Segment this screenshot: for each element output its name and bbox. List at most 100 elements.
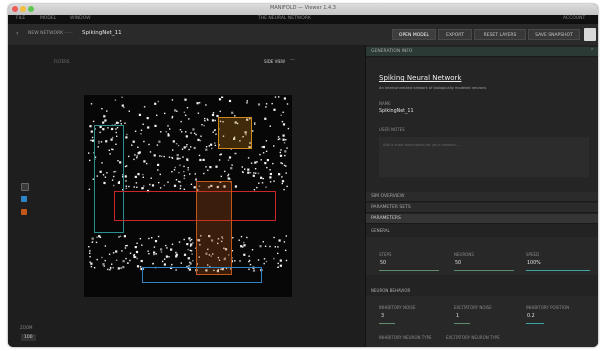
- settings-button[interactable]: [584, 28, 596, 41]
- neuron-dot: [147, 126, 150, 129]
- neuron-dot: [206, 118, 209, 120]
- inhibitory-noise-label: INHIBITORY NOISE: [379, 305, 416, 310]
- neuron-dot: [168, 256, 170, 258]
- collapse-chevron-icon[interactable]: ⌃: [590, 48, 594, 54]
- parameter-sets-header[interactable]: PARAMETER SETS: [366, 203, 598, 213]
- neuron-dot: [157, 163, 160, 166]
- neuron-dot: [211, 119, 215, 122]
- neuron-dot: [278, 239, 281, 242]
- neuron-dot: [171, 99, 174, 101]
- zoom-value[interactable]: 100: [21, 334, 36, 341]
- network-viewer[interactable]: FILTERS SIDE VIEW — ZOOM 100: [8, 45, 365, 347]
- neuron-dot: [283, 142, 286, 144]
- save-snapshot-button[interactable]: SAVE SNAPSHOT: [528, 29, 580, 40]
- menu-window[interactable]: WINDOW: [70, 16, 91, 21]
- neuron-dot: [125, 245, 127, 247]
- neuron-dot: [122, 266, 125, 269]
- reset-layers-button[interactable]: RESET LAYERS: [474, 29, 526, 40]
- blue-selection-box[interactable]: [142, 267, 262, 283]
- neuron-dot: [254, 122, 256, 124]
- neuron-dot: [103, 265, 105, 267]
- filters-label[interactable]: FILTERS: [54, 59, 69, 64]
- neuron-behavior-header: NEURON BEHAVIOR: [371, 288, 411, 293]
- orange-selection-box[interactable]: [196, 181, 232, 275]
- menu-model[interactable]: MODEL: [40, 16, 56, 21]
- neuron-dot: [133, 186, 135, 188]
- neuron-dot: [189, 249, 191, 252]
- neuron-dot: [136, 265, 140, 268]
- steps-value: 50: [380, 261, 387, 266]
- neuron-dot: [202, 158, 205, 161]
- menu-file[interactable]: FILE: [16, 16, 25, 21]
- neuron-dot: [137, 152, 140, 155]
- neuron-dot: [129, 259, 131, 262]
- neuron-dot: [211, 147, 213, 150]
- open-model-button[interactable]: OPEN MODEL: [392, 29, 436, 40]
- neuron-dot: [269, 245, 271, 248]
- neuron-dot: [178, 171, 180, 174]
- neuron-dot: [137, 146, 139, 148]
- back-icon[interactable]: ‹: [16, 30, 18, 37]
- neuron-dot: [149, 183, 151, 186]
- neuron-dot: [103, 115, 106, 118]
- neuron-dot: [175, 253, 178, 256]
- neuron-dot: [219, 110, 221, 113]
- neuron-dot: [273, 180, 275, 182]
- neuron-dot: [125, 257, 127, 260]
- neuron-dot: [179, 157, 181, 160]
- neuron-dot: [282, 138, 285, 141]
- neuron-dot: [261, 182, 264, 184]
- neuron-dot: [138, 113, 141, 116]
- layer-swatch-dark[interactable]: [21, 183, 29, 191]
- neuron-dot: [163, 258, 166, 260]
- top-label: THE NEURAL NETWORK: [258, 16, 311, 21]
- name-value[interactable]: SpikingNet_11: [379, 109, 414, 114]
- toolbar: ‹ NEW NETWORK —— SpikingNet_11 OPEN MODE…: [8, 24, 598, 46]
- layer-swatch-orange[interactable]: [21, 209, 27, 215]
- red-selection-box[interactable]: [114, 191, 276, 221]
- breadcrumb[interactable]: NEW NETWORK: [28, 31, 63, 36]
- inhibitory-position-label: INHIBITORY POSITION: [526, 305, 570, 310]
- neuron-dot: [190, 238, 193, 241]
- export-button[interactable]: EXPORT: [438, 29, 472, 40]
- neuron-dot: [121, 104, 124, 107]
- neuron-dot: [134, 246, 137, 249]
- menu-account[interactable]: ACCOUNT: [563, 16, 585, 21]
- neuron-dot: [173, 169, 176, 171]
- neurons-label: NEURONS: [454, 252, 474, 257]
- neuron-dot: [235, 152, 237, 155]
- neuron-dot: [115, 250, 118, 253]
- neuron-dot: [179, 181, 181, 183]
- neuron-dot: [140, 133, 142, 135]
- neuron-dot: [240, 245, 243, 248]
- neuron-dot: [227, 159, 230, 161]
- highlight-selection-box[interactable]: [218, 117, 252, 149]
- neuron-dot: [281, 120, 284, 123]
- neuron-dot: [183, 177, 185, 180]
- excitatory-noise-label: EXCITATORY NOISE: [454, 305, 492, 310]
- steps-field[interactable]: [379, 258, 439, 271]
- neuron-dot: [179, 129, 182, 131]
- neuron-dot: [190, 183, 193, 185]
- neuron-dot: [183, 170, 185, 173]
- neuron-dot: [205, 166, 207, 168]
- layer-swatch-blue[interactable]: [21, 196, 27, 202]
- neuron-dot: [277, 266, 279, 268]
- neuron-dot: [124, 122, 126, 124]
- neuron-dot: [179, 164, 181, 166]
- parameters-header[interactable]: PARAMETERS: [366, 214, 598, 224]
- side-view-chevron-icon[interactable]: —: [290, 57, 295, 63]
- side-view-label[interactable]: SIDE VIEW: [264, 59, 285, 64]
- neuron-dot: [172, 149, 174, 151]
- neurons-field[interactable]: [454, 258, 514, 271]
- sim-overview-header[interactable]: SIM OVERVIEW: [366, 192, 598, 202]
- neuron-dot: [273, 145, 275, 147]
- neuron-dot: [191, 253, 193, 255]
- neuron-dot: [158, 181, 160, 184]
- neuron-dot: [119, 235, 122, 237]
- neuron-dot: [93, 267, 96, 269]
- neuron-dot: [101, 256, 103, 259]
- neuron-canvas[interactable]: [84, 95, 292, 297]
- neuron-dot: [119, 120, 122, 122]
- generation-info-header[interactable]: GENERATION INFO: [366, 47, 598, 57]
